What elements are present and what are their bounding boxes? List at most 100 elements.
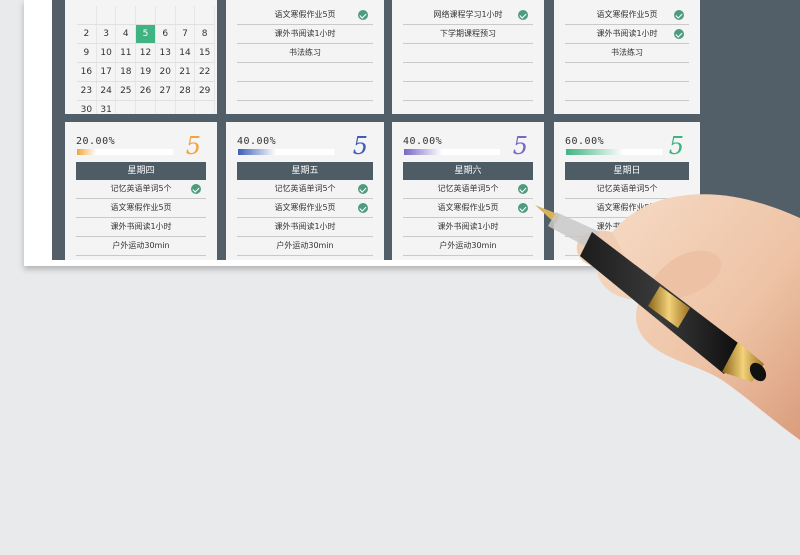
calendar-day[interactable]: 11 <box>116 44 137 62</box>
calendar-day[interactable]: 23 <box>77 82 97 100</box>
task-row[interactable]: 语文寒假作业5页 <box>237 6 373 25</box>
calendar-day[interactable]: 8 <box>195 25 216 43</box>
task-row[interactable] <box>237 82 373 101</box>
calendar-day[interactable]: 31 <box>97 101 117 114</box>
task-label: 课外书阅读1小时 <box>274 29 336 38</box>
calendar-day[interactable]: 10 <box>97 44 117 62</box>
task-row[interactable]: 书法练习 <box>237 256 373 260</box>
calendar-day[interactable]: 14 <box>176 44 196 62</box>
task-row[interactable]: 户外运动30min <box>403 237 533 256</box>
calendar-day[interactable]: 9 <box>77 44 97 62</box>
calendar-day[interactable]: 6 <box>156 25 176 43</box>
task-row[interactable]: 课外书阅读1小时 <box>565 218 689 237</box>
task-row[interactable]: 语文寒假作业5页 <box>565 6 689 25</box>
calendar-empty-cell <box>136 101 156 114</box>
task-row[interactable]: 课外书阅读1小时 <box>237 25 373 44</box>
calendar-day[interactable]: 3 <box>97 25 117 43</box>
task-label: 课外书阅读1小时 <box>596 222 658 231</box>
task-list: 记忆英语单词5个语文寒假作业5页课外书阅读1小时户外运动30min 书法练习 <box>565 180 689 260</box>
calendar-day[interactable]: 27 <box>156 82 176 100</box>
task-label: 课外书阅读1小时 <box>596 29 658 38</box>
progress-percent: 60.00% <box>565 136 605 147</box>
task-row[interactable]: 课外书阅读1小时 <box>403 218 533 237</box>
task-row[interactable] <box>565 63 689 82</box>
task-label: 记忆英语单词5个 <box>110 184 172 193</box>
calendar-day[interactable]: 2 <box>77 25 97 43</box>
task-row[interactable]: 课外书阅读1小时 <box>237 218 373 237</box>
task-row[interactable]: 户外运动30min <box>565 237 689 256</box>
month-calendar: 2 3 4 5 6 7 8 9 10 11 12 13 14 15 16 17 18 19 20 21 22 23 24 25… <box>77 6 216 114</box>
task-row[interactable]: 语文寒假作业5页 <box>76 199 206 218</box>
task-label: 课外书阅读1小时 <box>274 222 336 231</box>
progress-percent: 40.00% <box>403 136 443 147</box>
task-row[interactable]: 语文寒假作业5页 <box>565 199 689 218</box>
calendar-day[interactable]: 7 <box>176 25 196 43</box>
top-task-panel-1: 语文寒假作业5页课外书阅读1小时书法练习 <box>226 0 384 114</box>
task-row[interactable]: 书法练习 <box>565 44 689 63</box>
task-row[interactable]: 书法练习 <box>403 256 533 260</box>
calendar-day[interactable]: 25 <box>116 82 137 100</box>
calendar-day[interactable]: 24 <box>97 82 117 100</box>
task-row[interactable]: 记忆英语单词5个 <box>565 180 689 199</box>
task-row[interactable] <box>403 82 533 101</box>
task-row[interactable]: 下学期课程预习 <box>403 25 533 44</box>
check-circle-icon[interactable] <box>358 184 368 194</box>
calendar-day[interactable]: 26 <box>136 82 156 100</box>
task-row[interactable] <box>403 63 533 82</box>
task-row[interactable] <box>403 44 533 63</box>
progress-fill <box>77 149 97 155</box>
task-list: 网络课程学习1小时 下学期课程预习 <box>403 6 533 101</box>
calendar-day[interactable]: 15 <box>195 44 216 62</box>
calendar-empty-cell <box>97 6 117 24</box>
task-row[interactable] <box>237 63 373 82</box>
task-list: 语文寒假作业5页课外书阅读1小时书法练习 <box>565 6 689 101</box>
calendar-day[interactable]: 5 <box>136 25 156 43</box>
check-circle-icon[interactable] <box>358 203 368 213</box>
calendar-day[interactable]: 28 <box>176 82 196 100</box>
task-row[interactable]: 户外运动30min <box>76 237 206 256</box>
task-row[interactable]: 语文寒假作业5页 <box>237 199 373 218</box>
calendar-empty-cell <box>116 101 137 114</box>
task-count: 5 <box>352 132 368 160</box>
task-row[interactable]: 书法练习 <box>237 44 373 63</box>
calendar-day[interactable]: 12 <box>136 44 156 62</box>
calendar-empty-cell <box>195 101 216 114</box>
check-circle-icon[interactable] <box>518 184 528 194</box>
task-row[interactable]: 课外书阅读1小时 <box>76 218 206 237</box>
task-row[interactable]: 书法练习 <box>565 256 689 260</box>
check-circle-icon[interactable] <box>358 10 368 20</box>
task-row[interactable] <box>565 82 689 101</box>
task-label: 户外运动30min <box>598 241 656 250</box>
calendar-day[interactable]: 4 <box>116 25 137 43</box>
calendar-day[interactable]: 13 <box>156 44 176 62</box>
calendar-day[interactable]: 21 <box>176 63 196 81</box>
check-circle-icon[interactable] <box>518 203 528 213</box>
calendar-day[interactable]: 20 <box>156 63 176 81</box>
task-row[interactable]: 记忆英语单词5个 <box>237 180 373 199</box>
task-row[interactable]: 户外运动30min <box>237 237 373 256</box>
calendar-day[interactable]: 18 <box>116 63 137 81</box>
calendar-day[interactable]: 29 <box>195 82 216 100</box>
check-circle-icon[interactable] <box>518 10 528 20</box>
task-list: 记忆英语单词5个语文寒假作业5页课外书阅读1小时户外运动30min 书法练习 <box>403 180 533 260</box>
task-row[interactable]: 网络课程学习1小时 <box>403 6 533 25</box>
task-row[interactable]: 书法练习 <box>76 256 206 260</box>
calendar-week-row: 30 31 <box>77 101 216 114</box>
calendar-day[interactable]: 19 <box>136 63 156 81</box>
calendar-day[interactable]: 30 <box>77 101 97 114</box>
check-circle-icon[interactable] <box>191 184 201 194</box>
check-circle-icon[interactable] <box>674 29 684 39</box>
calendar-day[interactable]: 16 <box>77 63 97 81</box>
calendar-day[interactable]: 22 <box>195 63 216 81</box>
task-row[interactable]: 课外书阅读1小时 <box>565 25 689 44</box>
check-circle-icon[interactable] <box>674 10 684 20</box>
pen-end-cap <box>749 362 767 382</box>
task-row[interactable]: 语文寒假作业5页 <box>403 199 533 218</box>
pen-band <box>648 286 690 328</box>
task-label: 课外书阅读1小时 <box>437 222 499 231</box>
day-header: 星期五 <box>237 162 373 180</box>
task-row[interactable]: 记忆英语单词5个 <box>76 180 206 199</box>
calendar-day[interactable]: 17 <box>97 63 117 81</box>
task-row[interactable]: 记忆英语单词5个 <box>403 180 533 199</box>
task-label: 语文寒假作业5页 <box>274 203 336 212</box>
